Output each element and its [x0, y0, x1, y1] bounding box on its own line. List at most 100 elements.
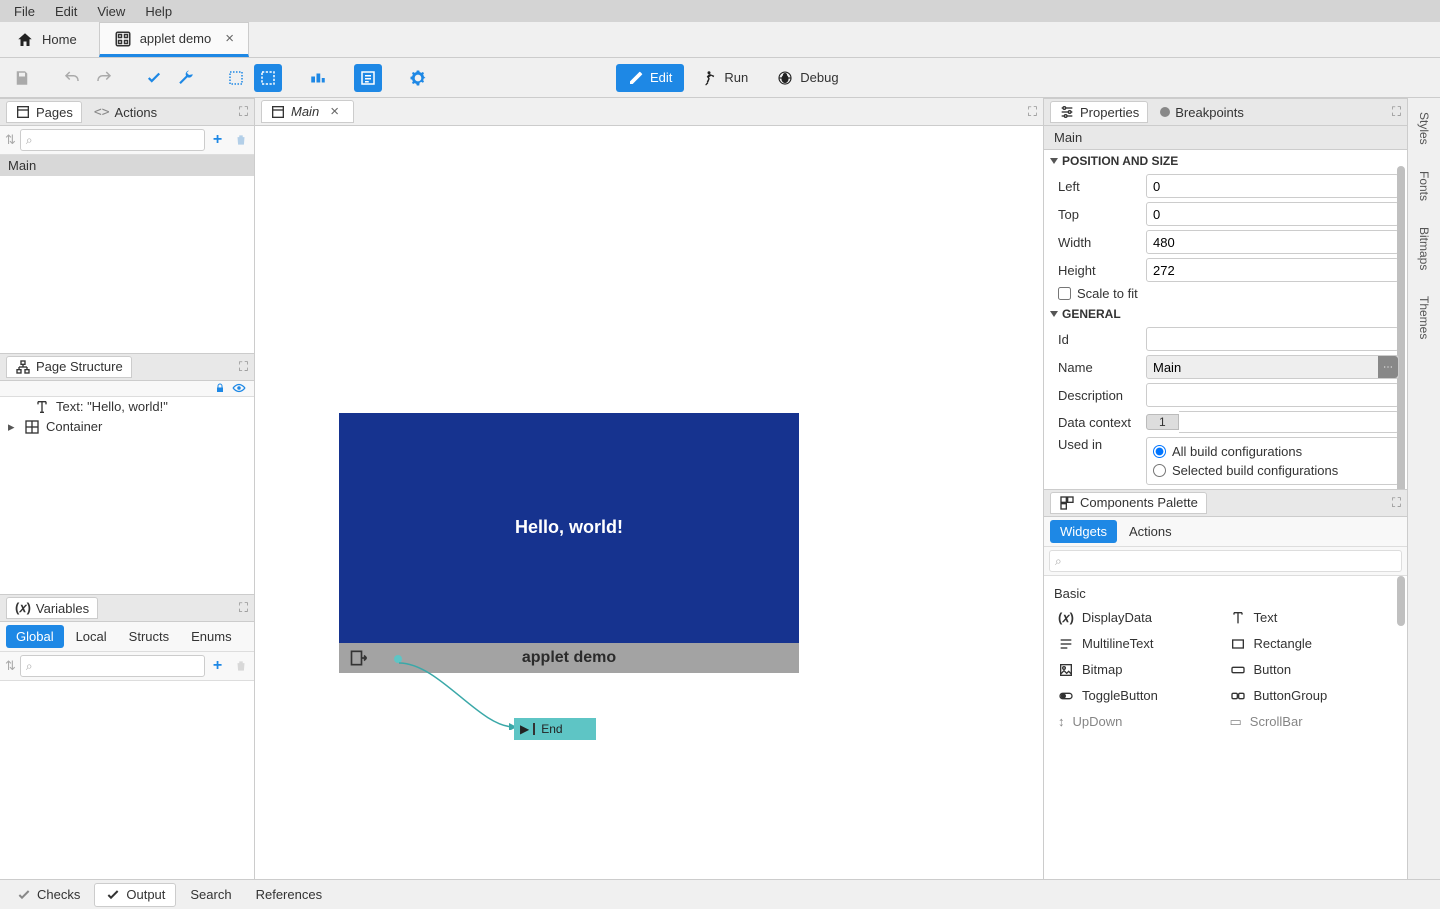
redo-button[interactable] — [90, 64, 118, 92]
comp-displaydata[interactable]: (𝑥)DisplayData — [1054, 605, 1226, 631]
menu-file[interactable]: File — [6, 3, 43, 20]
close-icon[interactable]: × — [219, 30, 240, 47]
bottom-tab-search[interactable]: Search — [180, 884, 241, 905]
var-tab-structs[interactable]: Structs — [119, 625, 179, 648]
radio-sel-configs[interactable] — [1153, 464, 1166, 477]
prop-left-input[interactable] — [1146, 174, 1399, 198]
rail-tab-styles[interactable]: Styles — [1415, 106, 1433, 151]
comp-text[interactable]: Text — [1226, 605, 1398, 631]
settings-button[interactable] — [404, 64, 432, 92]
rail-tab-fonts[interactable]: Fonts — [1415, 165, 1433, 207]
page-row-main[interactable]: Main — [0, 155, 254, 176]
expand-icon[interactable]: ⛶ — [239, 359, 248, 375]
pages-search-input[interactable] — [20, 129, 205, 151]
mode-run-button[interactable]: Run — [688, 63, 760, 93]
check-icon — [105, 887, 121, 903]
sort-icon[interactable]: ⇅ — [5, 658, 16, 674]
actions-tab[interactable]: <> Actions — [86, 103, 165, 122]
tree-item-container[interactable]: ▸ Container — [0, 417, 254, 437]
menu-edit[interactable]: Edit — [47, 3, 85, 20]
comp-rectangle[interactable]: Rectangle — [1226, 631, 1398, 657]
tab-applet-demo[interactable]: applet demo × — [99, 22, 249, 57]
radio-all-configs[interactable] — [1153, 445, 1166, 458]
chevron-right-icon[interactable]: ▸ — [8, 419, 18, 435]
pages-tab[interactable]: Pages — [6, 101, 82, 123]
add-variable-button[interactable]: + — [209, 657, 226, 675]
undo-button[interactable] — [58, 64, 86, 92]
page-structure-tab[interactable]: Page Structure — [6, 356, 132, 378]
scrollbar[interactable] — [1397, 166, 1405, 489]
mode-edit-button[interactable]: Edit — [616, 64, 684, 92]
text-button[interactable] — [354, 64, 382, 92]
align-button[interactable] — [304, 64, 332, 92]
section-position[interactable]: POSITION AND SIZE — [1044, 150, 1407, 172]
var-tab-local[interactable]: Local — [66, 625, 117, 648]
select-button[interactable] — [222, 64, 250, 92]
prop-scale-checkbox[interactable] — [1058, 287, 1071, 300]
marquee-button[interactable] — [254, 64, 282, 92]
rail-tab-themes[interactable]: Themes — [1415, 290, 1433, 345]
prop-width-input[interactable] — [1146, 230, 1399, 254]
delete-page-button[interactable] — [230, 133, 252, 147]
comp-buttongroup[interactable]: ButtonGroup — [1226, 683, 1398, 709]
bottom-tab-checks[interactable]: Checks — [6, 884, 90, 906]
prop-top-input[interactable] — [1146, 202, 1399, 226]
page-preview[interactable]: Hello, world! — [339, 413, 799, 643]
comp-multilinetext[interactable]: MultilineText — [1054, 631, 1226, 657]
comp-tab-widgets[interactable]: Widgets — [1050, 520, 1117, 543]
lock-icon[interactable] — [214, 382, 226, 394]
close-icon[interactable]: × — [324, 103, 345, 120]
save-button[interactable] — [8, 64, 36, 92]
variables-search-input[interactable] — [20, 655, 205, 677]
bottom-tab-references[interactable]: References — [246, 884, 332, 905]
var-tab-enums[interactable]: Enums — [181, 625, 241, 648]
breakpoints-tab[interactable]: Breakpoints — [1152, 103, 1252, 122]
prop-name-input[interactable] — [1146, 355, 1399, 379]
exit-icon[interactable] — [349, 648, 369, 668]
tab-home[interactable]: Home — [0, 22, 99, 57]
expand-icon[interactable]: ⛶ — [1392, 104, 1401, 120]
dc-tag[interactable]: 1 — [1146, 414, 1179, 430]
canvas[interactable]: Hello, world! applet demo ▶ End — [255, 126, 1043, 879]
scrollbar[interactable] — [1397, 576, 1405, 626]
comp-button[interactable]: Button — [1226, 657, 1398, 683]
prop-desc-input[interactable] — [1146, 383, 1399, 407]
bottom-tab-output[interactable]: Output — [94, 883, 176, 907]
comp-scrollbar[interactable]: ▭ScrollBar — [1226, 709, 1398, 735]
add-page-button[interactable]: + — [209, 131, 226, 149]
rail-tab-bitmaps[interactable]: Bitmaps — [1415, 221, 1433, 276]
comp-togglebutton[interactable]: ToggleButton — [1054, 683, 1226, 709]
mode-debug-button[interactable]: Debug — [764, 63, 850, 93]
menu-view[interactable]: View — [89, 3, 133, 20]
build-button[interactable] — [172, 64, 200, 92]
properties-header: Properties Breakpoints ⛶ — [1044, 98, 1407, 126]
expand-icon[interactable]: ⛶ — [1392, 495, 1401, 511]
eye-icon[interactable] — [232, 383, 246, 393]
comp-updown[interactable]: ↕UpDown — [1054, 709, 1226, 735]
expand-icon[interactable]: ⛶ — [239, 104, 248, 120]
comp-bitmap[interactable]: Bitmap — [1054, 657, 1226, 683]
expand-icon[interactable]: ⛶ — [239, 600, 248, 616]
comp-tab-actions[interactable]: Actions — [1119, 520, 1182, 543]
sort-icon[interactable]: ⇅ — [5, 132, 16, 148]
prop-height-input[interactable] — [1146, 258, 1399, 282]
prop-id-input[interactable] — [1146, 327, 1399, 351]
tree-item-text[interactable]: Text: "Hello, world!" — [0, 397, 254, 417]
menu-help[interactable]: Help — [137, 3, 180, 20]
editor-tab-main[interactable]: Main × — [261, 100, 354, 123]
flow-end-node[interactable]: ▶ End — [514, 718, 596, 740]
page-footer-bar[interactable]: applet demo — [339, 643, 799, 673]
page-text-widget[interactable]: Hello, world! — [515, 517, 623, 538]
variables-tab-header[interactable]: (𝑥) Variables — [6, 597, 98, 619]
variables-tabs: Global Local Structs Enums — [0, 622, 254, 652]
toolbar: Edit Run Debug — [0, 58, 1440, 98]
section-general[interactable]: GENERAL — [1044, 303, 1407, 325]
components-tab[interactable]: Components Palette — [1050, 492, 1207, 514]
expand-icon[interactable]: ⛶ — [1028, 104, 1037, 120]
components-search-input[interactable] — [1049, 550, 1402, 572]
var-tab-global[interactable]: Global — [6, 625, 64, 648]
check-button[interactable] — [140, 64, 168, 92]
flow-output-port[interactable] — [394, 655, 402, 663]
properties-tab[interactable]: Properties — [1050, 101, 1148, 123]
name-more-button[interactable]: ⋯ — [1378, 356, 1398, 378]
